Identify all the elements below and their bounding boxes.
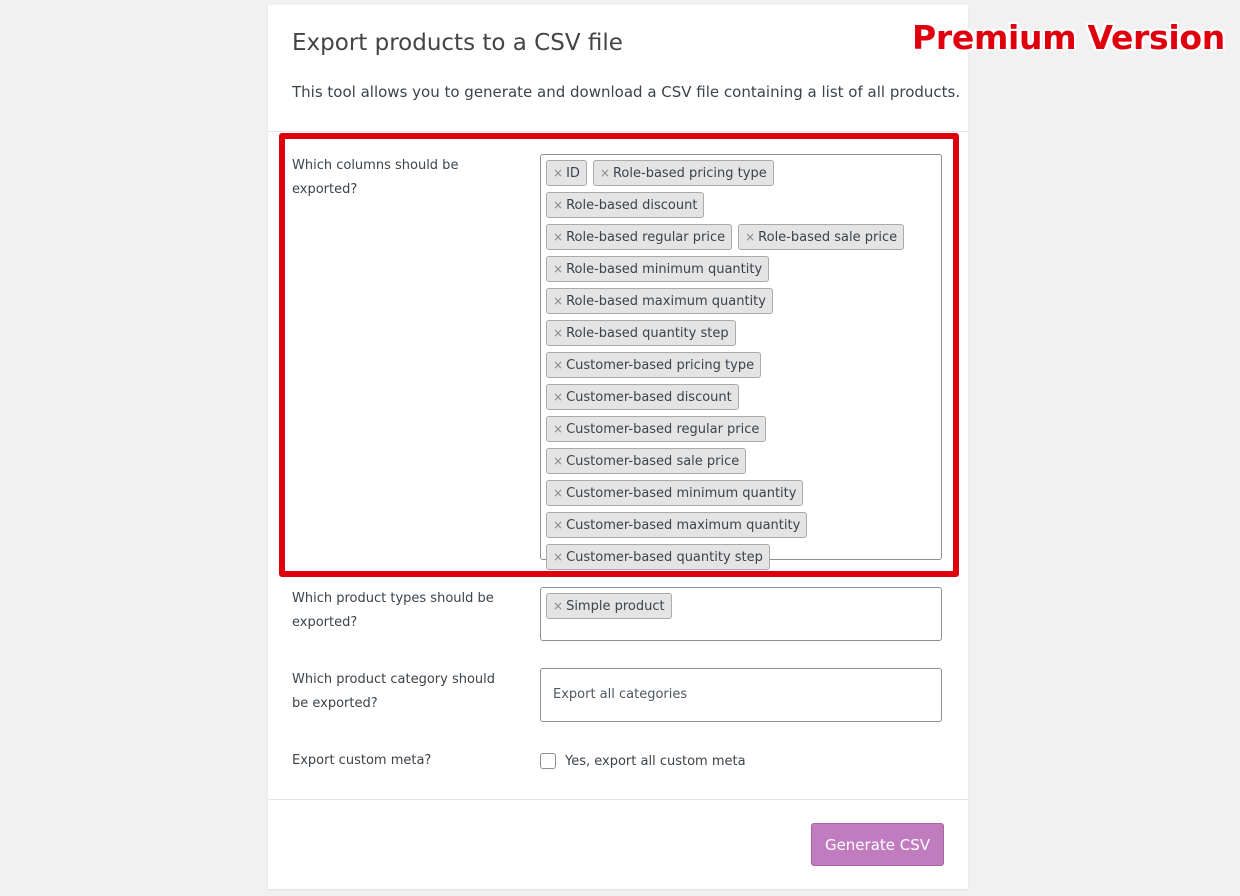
selected-tag: × Customer-based regular price: [546, 416, 767, 442]
tag-label: Customer-based discount: [566, 389, 732, 405]
custom-meta-option[interactable]: Yes, export all custom meta: [540, 753, 746, 769]
remove-tag-icon[interactable]: ×: [553, 198, 563, 212]
selected-tag: × Role-based minimum quantity: [546, 256, 770, 282]
tag-label: Role-based quantity step: [566, 325, 729, 341]
columns-label: Which columns should be exported?: [292, 158, 459, 197]
remove-tag-icon[interactable]: ×: [553, 486, 563, 500]
tag-label: Role-based discount: [566, 197, 698, 213]
premium-version-badge: Premium Version: [912, 18, 1225, 57]
selected-tag: × Role-based pricing type: [592, 160, 774, 186]
remove-tag-icon[interactable]: ×: [553, 518, 563, 532]
remove-tag-icon[interactable]: ×: [553, 550, 563, 564]
selected-tag: × ID: [546, 160, 587, 186]
tag-label: Role-based minimum quantity: [566, 261, 763, 277]
remove-tag-icon[interactable]: ×: [553, 294, 563, 308]
custom-meta-checkbox[interactable]: [540, 753, 556, 769]
tag-label: Role-based pricing type: [612, 165, 767, 181]
selected-tag: × Role-based quantity step: [546, 320, 736, 346]
remove-tag-icon[interactable]: ×: [553, 358, 563, 372]
selected-tag: × Role-based maximum quantity: [546, 288, 773, 314]
tag-label: Customer-based sale price: [566, 453, 740, 469]
selected-tag: × Customer-based maximum quantity: [546, 512, 808, 538]
custom-meta-label: Export custom meta?: [292, 753, 432, 768]
product-types-multiselect[interactable]: × Simple product: [540, 587, 942, 641]
selected-tag: × Simple product: [546, 593, 672, 619]
remove-tag-icon[interactable]: ×: [553, 422, 563, 436]
card-header: Export products to a CSV file This tool …: [268, 5, 968, 132]
remove-tag-icon[interactable]: ×: [600, 166, 610, 180]
selected-tag: × Role-based sale price: [738, 224, 905, 250]
footer-divider: [268, 799, 968, 800]
selected-tag: × Role-based regular price: [546, 224, 733, 250]
remove-tag-icon[interactable]: ×: [553, 262, 563, 276]
category-select[interactable]: Export all categories: [540, 668, 942, 722]
remove-tag-icon[interactable]: ×: [553, 230, 563, 244]
tag-label: ID: [566, 165, 580, 181]
tag-label: Customer-based regular price: [566, 421, 760, 437]
selected-tag: × Customer-based sale price: [546, 448, 747, 474]
product-types-tag-list: × Simple product: [541, 588, 941, 625]
page-description: This tool allows you to generate and dow…: [292, 83, 961, 101]
tag-label: Customer-based minimum quantity: [566, 485, 797, 501]
page-title: Export products to a CSV file: [292, 30, 623, 56]
remove-tag-icon[interactable]: ×: [553, 599, 563, 613]
selected-tag: × Customer-based pricing type: [546, 352, 762, 378]
columns-multiselect[interactable]: × ID × Role-based pricing type × Role-based d…: [540, 154, 942, 570]
selected-tag: × Customer-based quantity step: [546, 544, 770, 570]
columns-tag-list: × ID × Role-based pricing type × Role-based d…: [541, 155, 941, 576]
tag-label: Simple product: [566, 598, 665, 614]
product-types-label: Which product types should be exported?: [292, 591, 494, 630]
remove-tag-icon[interactable]: ×: [553, 454, 563, 468]
tag-label: Customer-based quantity step: [566, 549, 763, 565]
remove-tag-icon[interactable]: ×: [745, 230, 755, 244]
custom-meta-checkbox-label: Yes, export all custom meta: [565, 753, 746, 769]
tag-label: Role-based maximum quantity: [566, 293, 766, 309]
tag-label: Customer-based maximum quantity: [566, 517, 801, 533]
selected-tag: × Customer-based discount: [546, 384, 739, 410]
generate-csv-button[interactable]: Generate CSV: [811, 823, 944, 866]
remove-tag-icon[interactable]: ×: [553, 166, 563, 180]
selected-tag: × Role-based discount: [546, 192, 705, 218]
tag-label: Role-based regular price: [566, 229, 726, 245]
remove-tag-icon[interactable]: ×: [553, 390, 563, 404]
tag-label: Customer-based pricing type: [566, 357, 755, 373]
category-placeholder: Export all categories: [553, 687, 688, 702]
remove-tag-icon[interactable]: ×: [553, 326, 563, 340]
selected-tag: × Customer-based minimum quantity: [546, 480, 804, 506]
category-label: Which product category should be exporte…: [292, 672, 496, 711]
tag-label: Role-based sale price: [758, 229, 898, 245]
